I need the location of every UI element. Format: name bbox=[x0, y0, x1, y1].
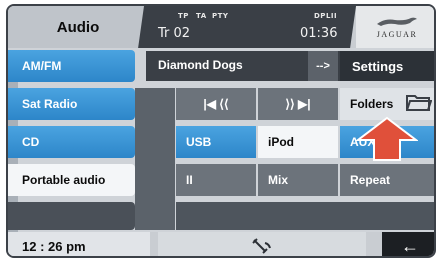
previous-label: |◀ ⟨⟨ bbox=[203, 97, 229, 111]
empty-control-row bbox=[176, 202, 434, 230]
up-arrow-icon bbox=[356, 116, 418, 161]
dolby-indicator: DPLII bbox=[314, 12, 338, 20]
repeat-label: Repeat bbox=[350, 173, 391, 187]
page-title: Audio bbox=[8, 6, 148, 48]
mix-button[interactable]: Mix bbox=[258, 164, 338, 196]
usb-label: USB bbox=[186, 135, 212, 149]
source-label: Sat Radio bbox=[22, 97, 78, 111]
jaguar-leaper-icon bbox=[377, 17, 417, 26]
pause-label: II bbox=[186, 173, 193, 187]
mix-label: Mix bbox=[268, 173, 289, 187]
source-label: AM/FM bbox=[22, 59, 62, 73]
pause-button[interactable]: II bbox=[176, 164, 256, 196]
brand-text: JAGUAR bbox=[376, 30, 418, 39]
source-cd[interactable]: CD bbox=[8, 126, 135, 158]
more-info-button[interactable]: --> bbox=[308, 51, 338, 81]
folder-icon bbox=[406, 95, 432, 111]
settings-button[interactable]: Settings bbox=[340, 51, 434, 81]
ta-indicator: TA bbox=[196, 12, 207, 20]
source-sat-radio[interactable]: Sat Radio bbox=[8, 88, 135, 120]
source-label: CD bbox=[22, 135, 40, 149]
previous-track-button[interactable]: |◀ ⟨⟨ bbox=[176, 88, 256, 120]
play-time: 01:36 bbox=[300, 26, 338, 41]
back-arrow-icon: ← bbox=[401, 235, 419, 256]
infotainment-screen: Audio TP TA PTY DPLII Tr 02 01:36 JAGUAR… bbox=[6, 4, 436, 258]
source-usb[interactable]: USB bbox=[176, 126, 256, 158]
source-portable-audio[interactable]: Portable audio bbox=[8, 164, 135, 196]
brand-logo: JAGUAR bbox=[356, 6, 434, 48]
satellite-shortcut-button[interactable] bbox=[158, 232, 366, 256]
track-title: Diamond Dogs bbox=[158, 58, 243, 72]
control-gutter bbox=[135, 88, 175, 230]
pty-indicator: PTY bbox=[212, 12, 229, 20]
tp-indicator: TP bbox=[178, 12, 189, 20]
track-number: Tr 02 bbox=[158, 26, 191, 41]
next-label: ⟩⟩ ▶| bbox=[285, 97, 311, 111]
back-button[interactable]: ← bbox=[382, 232, 434, 256]
settings-label: Settings bbox=[352, 58, 404, 74]
next-track-button[interactable]: ⟩⟩ ▶| bbox=[258, 88, 338, 120]
ipod-label: iPod bbox=[268, 135, 294, 149]
source-label: Portable audio bbox=[22, 173, 106, 187]
current-time: 12 : 26 pm bbox=[8, 232, 150, 256]
source-ipod[interactable]: iPod bbox=[258, 126, 338, 158]
folders-label: Folders bbox=[350, 97, 394, 111]
repeat-button[interactable]: Repeat bbox=[340, 164, 434, 196]
more-arrow-label: --> bbox=[316, 60, 330, 72]
source-empty-slot bbox=[8, 202, 135, 230]
source-am-fm[interactable]: AM/FM bbox=[8, 50, 135, 82]
satellite-icon bbox=[252, 238, 271, 254]
